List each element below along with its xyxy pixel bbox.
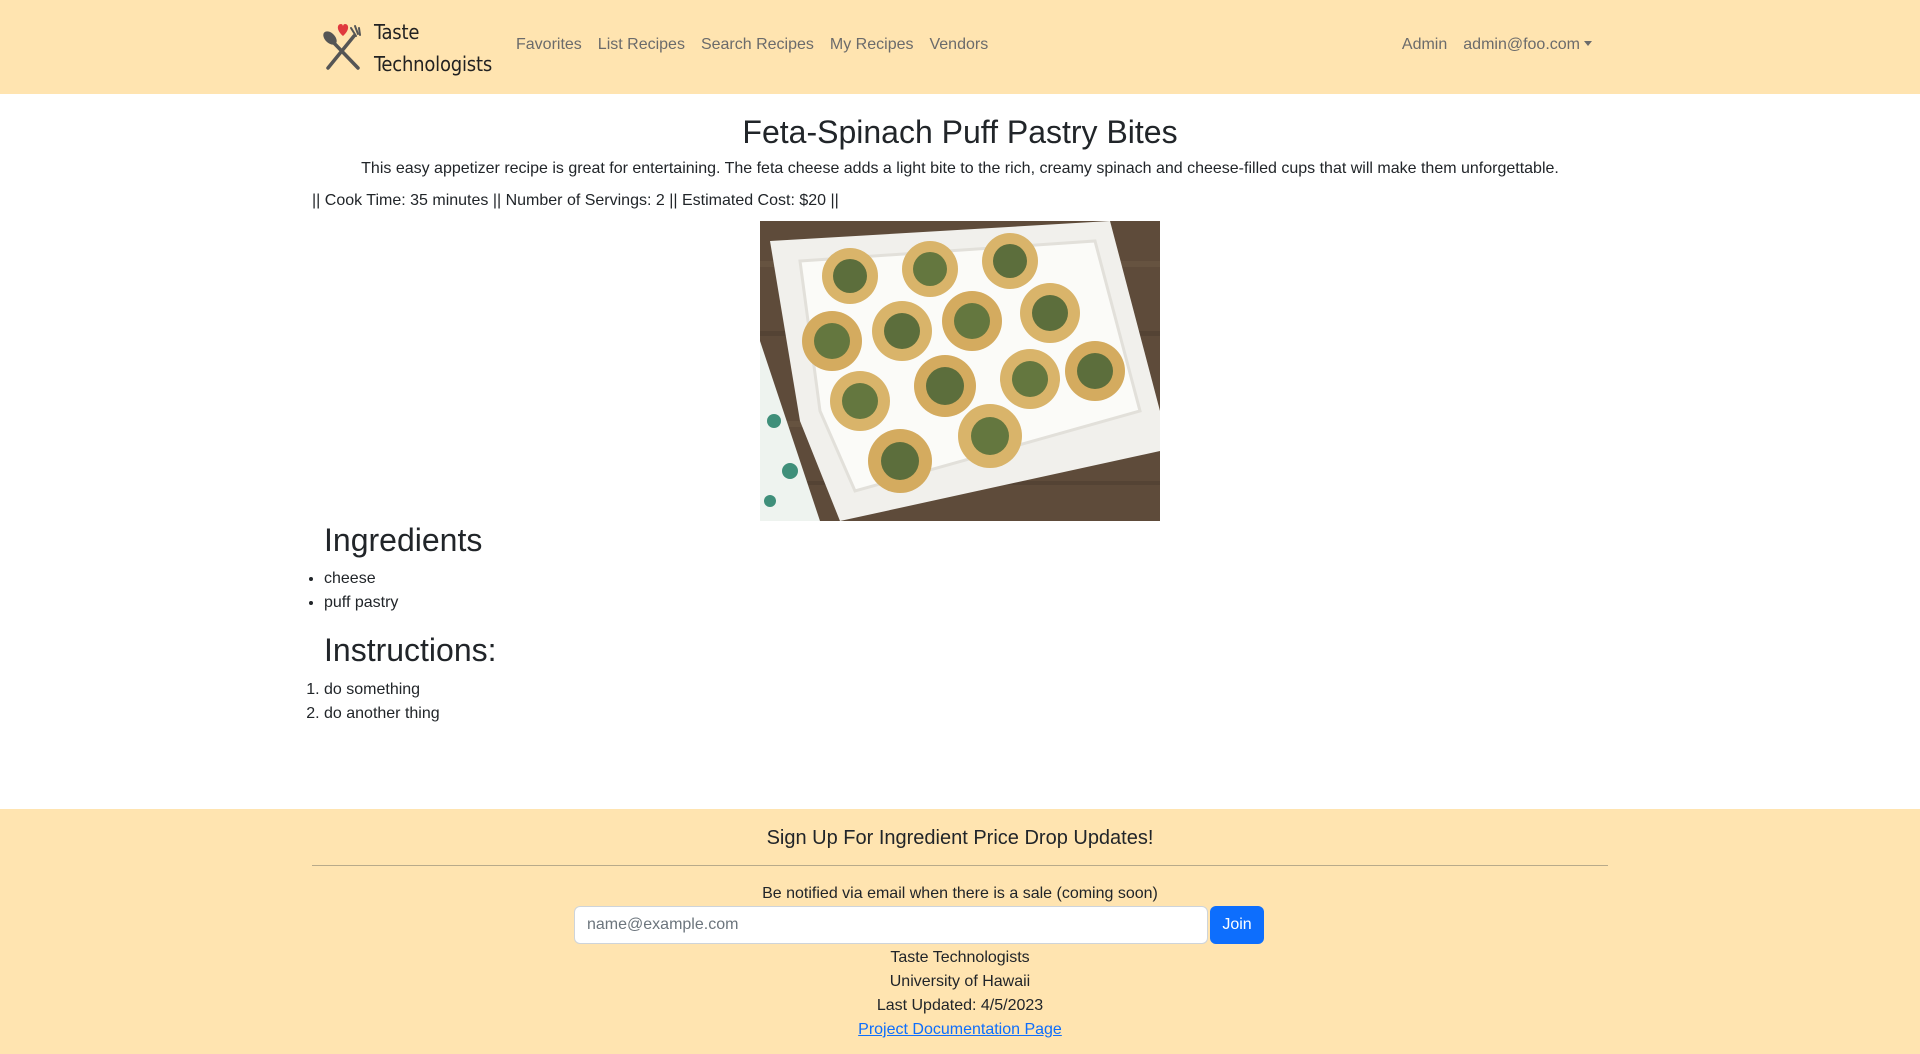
recipe-image [760,221,1160,521]
nav-right: Admin admin@foo.com [1394,36,1600,54]
nav-link-vendors[interactable]: Vendors [921,36,996,54]
instructions-heading: Instructions: [324,632,497,668]
recipe-photo-illustration [760,221,1160,521]
ingredient-item: cheese [324,567,398,591]
instruction-item: do another thing [324,702,440,726]
nav-link-my-recipes[interactable]: My Recipes [822,36,922,54]
user-email: admin@foo.com [1463,36,1580,53]
footer: Sign Up For Ingredient Price Drop Update… [0,809,1920,1054]
nav-link-favorites[interactable]: Favorites [508,36,590,54]
ingredient-item: puff pastry [324,591,398,615]
footer-last-updated: Last Updated: 4/5/2023 [876,997,1044,1014]
signup-note: Be notified via email when there is a sa… [762,885,1158,902]
divider [312,865,1608,866]
user-dropdown[interactable]: admin@foo.com [1455,36,1600,54]
nav-link-list-recipes[interactable]: List Recipes [590,36,693,54]
recipe-meta: || Cook Time: 35 minutes || Number of Se… [312,192,839,209]
chevron-down-icon [1584,41,1592,46]
nav-link-search-recipes[interactable]: Search Recipes [693,36,822,54]
ingredients-list: cheese puff pastry [324,567,398,615]
signup-heading: Sign Up For Ingredient Price Drop Update… [766,827,1154,849]
email-input[interactable] [574,906,1208,944]
instruction-item: do something [324,678,440,702]
footer-org: Taste Technologists [890,949,1030,966]
nav-links: Favorites List Recipes Search Recipes My… [508,36,996,54]
nav-link-admin[interactable]: Admin [1394,36,1455,54]
project-documentation-link[interactable]: Project Documentation Page [858,1021,1062,1038]
footer-doc-link-wrapper: Project Documentation Page [0,1021,1920,1039]
ingredients-heading: Ingredients [324,522,483,558]
signup-form: Join [574,906,1264,944]
navbar: Taste Technologists Favorites List Recip… [0,0,1920,94]
footer-university: University of Hawaii [889,973,1031,990]
recipe-description: This easy appetizer recipe is great for … [361,160,1559,177]
fork-spoon-heart-icon [323,24,361,70]
join-button[interactable]: Join [1210,906,1264,944]
instructions-list: do something do another thing [324,678,440,726]
recipe-title: Feta-Spinach Puff Pastry Bites [742,114,1178,150]
